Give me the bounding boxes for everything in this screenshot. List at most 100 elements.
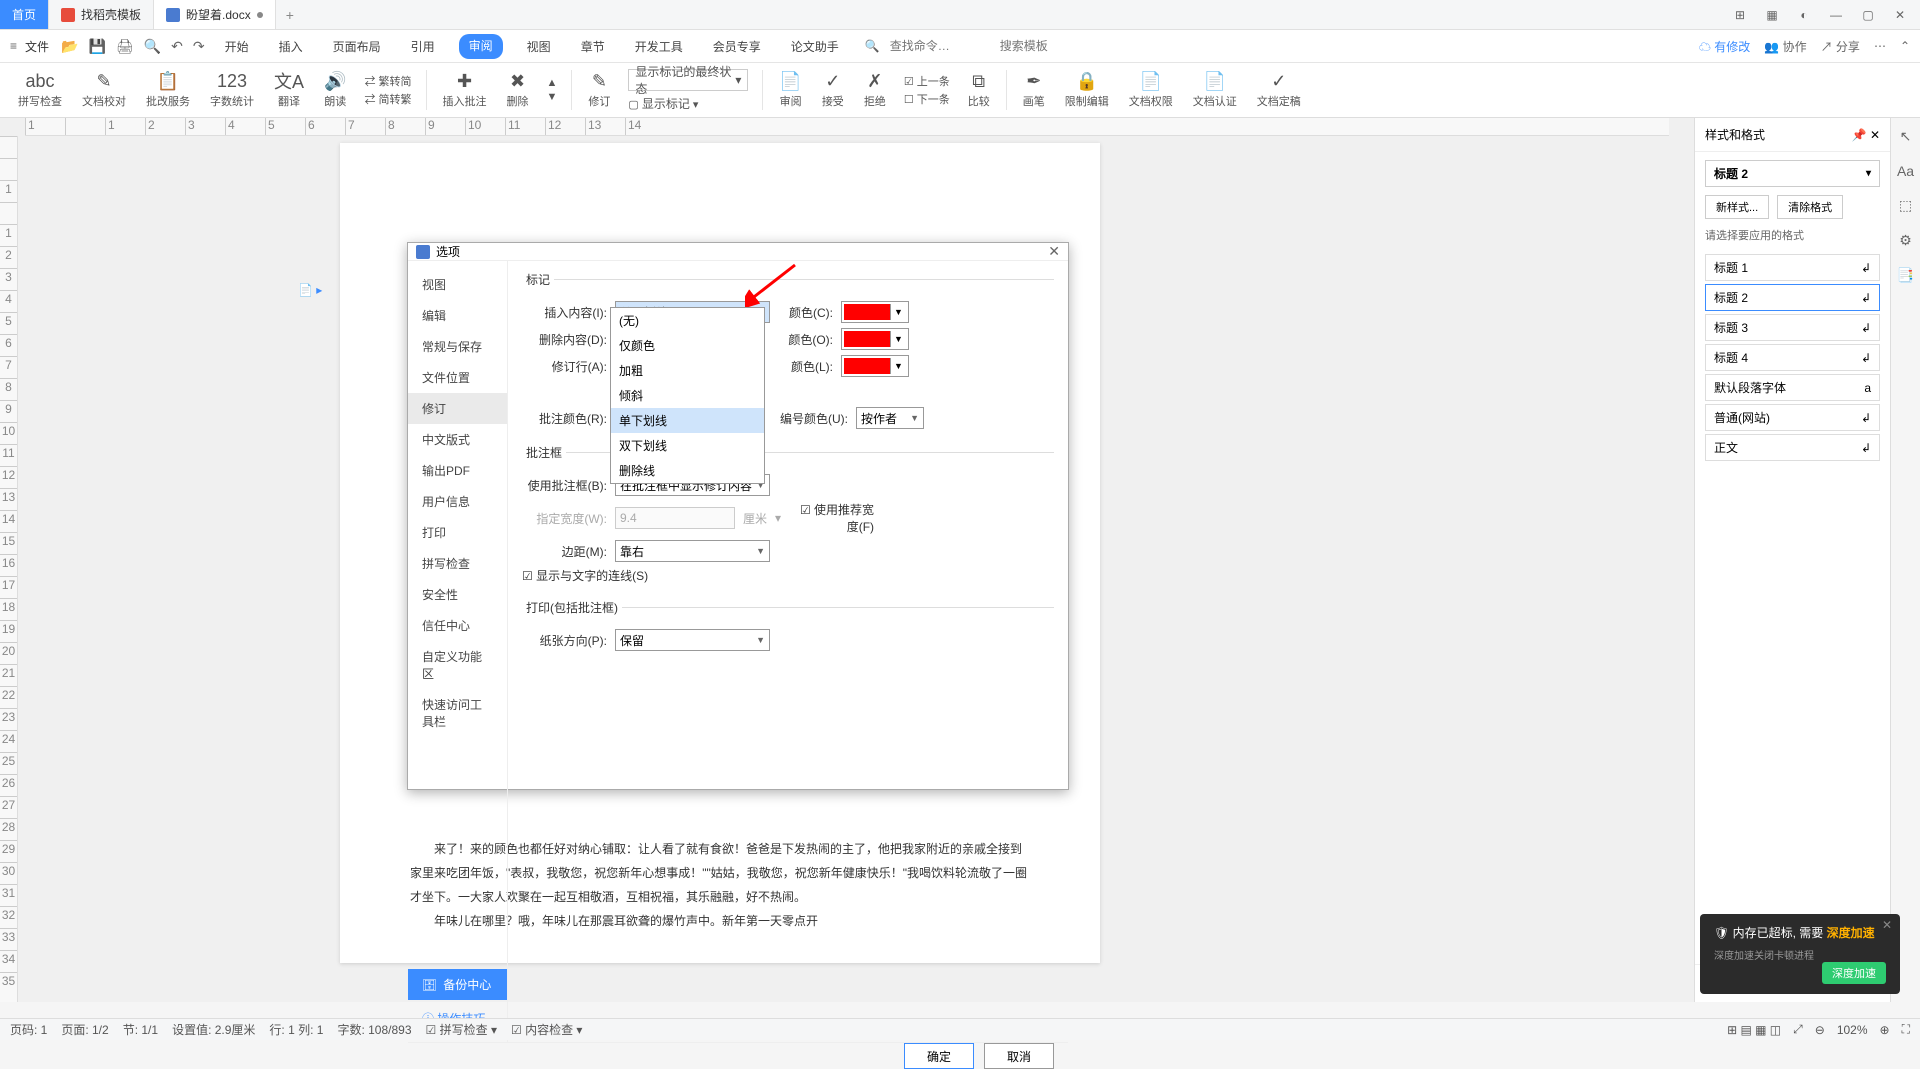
recommended-check[interactable]: ☑ 使用推荐宽度(F) — [789, 501, 874, 535]
preview-icon[interactable]: 🔍 — [144, 38, 161, 55]
permission-button[interactable]: 📄文档权限 — [1121, 71, 1181, 109]
zoom-out-icon[interactable]: ⊖ — [1815, 1023, 1825, 1037]
current-style[interactable]: 标题 2▾ — [1705, 160, 1880, 187]
wordcount-button[interactable]: 123字数统计 — [202, 71, 262, 109]
color-c-picker[interactable]: ▼ — [841, 301, 909, 323]
save-icon[interactable]: 💾 — [88, 38, 105, 55]
redo-icon[interactable]: ↷ — [193, 38, 205, 55]
simp-to-trad[interactable]: ⇄ 繁转简 — [364, 73, 411, 89]
review-pane-button[interactable]: 📄审阅 — [771, 71, 809, 109]
style-h1[interactable]: 标题 1↲ — [1705, 254, 1880, 281]
show-line-check[interactable]: ☑ 显示与文字的连线(S) — [522, 567, 648, 584]
show-marks-toggle[interactable]: ▢ 显示标记 ▾ — [628, 95, 748, 112]
prev-comment[interactable]: ▲ — [547, 77, 558, 89]
tab-home[interactable]: 首页 — [0, 0, 49, 29]
auth-button[interactable]: 📄文档认证 — [1185, 71, 1245, 109]
style-normal-web[interactable]: 普通(网站)↲ — [1705, 404, 1880, 431]
status-spell[interactable]: ☑ 拼写检查 ▾ — [426, 1021, 497, 1038]
menu-paper[interactable]: 论文助手 — [785, 34, 845, 59]
properties-icon[interactable]: 📑 — [1897, 267, 1914, 284]
toast-close-icon[interactable]: ✕ — [1882, 918, 1892, 932]
view-mode-icon[interactable]: ⊞ ▤ ▦ ◫ — [1727, 1023, 1781, 1037]
side-security[interactable]: 安全性 — [408, 579, 507, 610]
next-comment[interactable]: ▼ — [547, 91, 558, 103]
avatar-icon[interactable]: ◐ — [1792, 5, 1816, 25]
status-section[interactable]: 节: 1/1 — [123, 1021, 158, 1038]
side-trust[interactable]: 信任中心 — [408, 610, 507, 641]
pen-button[interactable]: ✒画笔 — [1015, 71, 1053, 109]
style-default-font[interactable]: 默认段落字体a — [1705, 374, 1880, 401]
dialog-titlebar[interactable]: 选项 ✕ — [408, 243, 1068, 261]
status-page-num[interactable]: 页码: 1 — [10, 1021, 47, 1038]
side-view[interactable]: 视图 — [408, 269, 507, 300]
tab-template[interactable]: 找稻壳模板 — [49, 0, 154, 29]
insert-comment-button[interactable]: ✚插入批注 — [435, 71, 495, 109]
trad-to-simp[interactable]: ⇄ 简转繁 — [364, 91, 411, 107]
vertical-ruler[interactable]: 1123456789101112131415161718192021222324… — [0, 136, 18, 1002]
tab-document[interactable]: 盼望着.docx — [154, 0, 276, 29]
horizontal-ruler[interactable]: 11234567891011121314 — [25, 118, 1669, 136]
fit-icon[interactable]: ⤢ — [1793, 1022, 1803, 1037]
dialog-close-icon[interactable]: ✕ — [1048, 243, 1060, 260]
prev-change[interactable]: ☑ 上一条 — [904, 73, 950, 89]
side-print[interactable]: 打印 — [408, 517, 507, 548]
cancel-button[interactable]: 取消 — [984, 1043, 1054, 1069]
next-change[interactable]: ☐ 下一条 — [904, 91, 950, 107]
toast-action-button[interactable]: 深度加速 — [1822, 962, 1886, 984]
add-tab[interactable]: + — [276, 7, 304, 23]
open-icon[interactable]: 📂 — [61, 38, 78, 55]
color-l-picker[interactable]: ▼ — [841, 355, 909, 377]
side-qat[interactable]: 快速访问工具栏 — [408, 689, 507, 737]
revise-button[interactable]: ✎修订 — [580, 71, 618, 109]
style-h2[interactable]: 标题 2↲ — [1705, 284, 1880, 311]
menu-layout[interactable]: 页面布局 — [327, 34, 387, 59]
zoom-level[interactable]: 102% — [1837, 1023, 1868, 1037]
undo-icon[interactable]: ↶ — [171, 38, 183, 55]
menu-vip[interactable]: 会员专享 — [707, 34, 767, 59]
maximize-icon[interactable]: ▢ — [1856, 5, 1880, 25]
side-files[interactable]: 文件位置 — [408, 362, 507, 393]
status-page[interactable]: 页面: 1/2 — [61, 1021, 108, 1038]
minimize-icon[interactable]: — — [1824, 5, 1848, 25]
layout-icon[interactable]: ⊞ — [1728, 5, 1752, 25]
apps-icon[interactable]: ▦ — [1760, 5, 1784, 25]
menu-reference[interactable]: 引用 — [405, 34, 441, 59]
ok-button[interactable]: 确定 — [904, 1043, 974, 1069]
print-icon[interactable]: 🖨 — [116, 38, 134, 55]
accept-button[interactable]: ✓接受 — [814, 71, 852, 109]
finalize-button[interactable]: ✓文档定稿 — [1249, 71, 1309, 109]
styles-icon[interactable]: Aa — [1897, 163, 1914, 179]
settings-icon[interactable]: ⚙ — [1899, 232, 1912, 249]
clear-format-button[interactable]: 清除格式 — [1777, 195, 1843, 219]
delete-comment-button[interactable]: ✖删除 — [499, 71, 537, 109]
menu-start[interactable]: 开始 — [219, 34, 255, 59]
template-search[interactable] — [1000, 39, 1100, 53]
status-rowcol[interactable]: 行: 1 列: 1 — [269, 1021, 323, 1038]
more-icon[interactable]: ⋯ — [1874, 39, 1886, 53]
correction-button[interactable]: 📋批改服务 — [138, 71, 198, 109]
command-search[interactable] — [890, 39, 990, 53]
status-wordcount[interactable]: 字数: 108/893 — [337, 1021, 411, 1038]
opt-double-underline[interactable]: 双下划线 — [611, 433, 764, 458]
select-tool-icon[interactable]: ↖ — [1900, 128, 1912, 145]
display-mode-select[interactable]: 显示标记的最终状态▾ — [628, 69, 748, 91]
width-input[interactable] — [615, 507, 735, 529]
translate-button[interactable]: 文A翻译 — [266, 71, 312, 109]
side-chinese[interactable]: 中文版式 — [408, 424, 507, 455]
menu-view[interactable]: 视图 — [521, 34, 557, 59]
side-edit[interactable]: 编辑 — [408, 300, 507, 331]
restrict-button[interactable]: 🔒限制编辑 — [1057, 71, 1117, 109]
share[interactable]: ↗ 分享 — [1821, 38, 1860, 55]
status-position[interactable]: 设置值: 2.9厘米 — [172, 1021, 255, 1038]
opt-bold[interactable]: 加粗 — [611, 358, 764, 383]
collab[interactable]: 👥 协作 — [1764, 38, 1806, 55]
close-icon[interactable]: ✕ — [1888, 5, 1912, 25]
opt-strike[interactable]: 删除线 — [611, 458, 764, 483]
side-pdf[interactable]: 输出PDF — [408, 455, 507, 486]
spell-check-button[interactable]: abc拼写检查 — [10, 71, 70, 109]
file-menu[interactable]: 文件 — [25, 38, 49, 55]
opt-none[interactable]: (无) — [611, 308, 764, 333]
read-aloud-button[interactable]: 🔊朗读 — [316, 71, 354, 109]
collapse-icon[interactable]: ⌃ — [1900, 39, 1910, 53]
compare-button[interactable]: ⧉比较 — [960, 71, 998, 109]
